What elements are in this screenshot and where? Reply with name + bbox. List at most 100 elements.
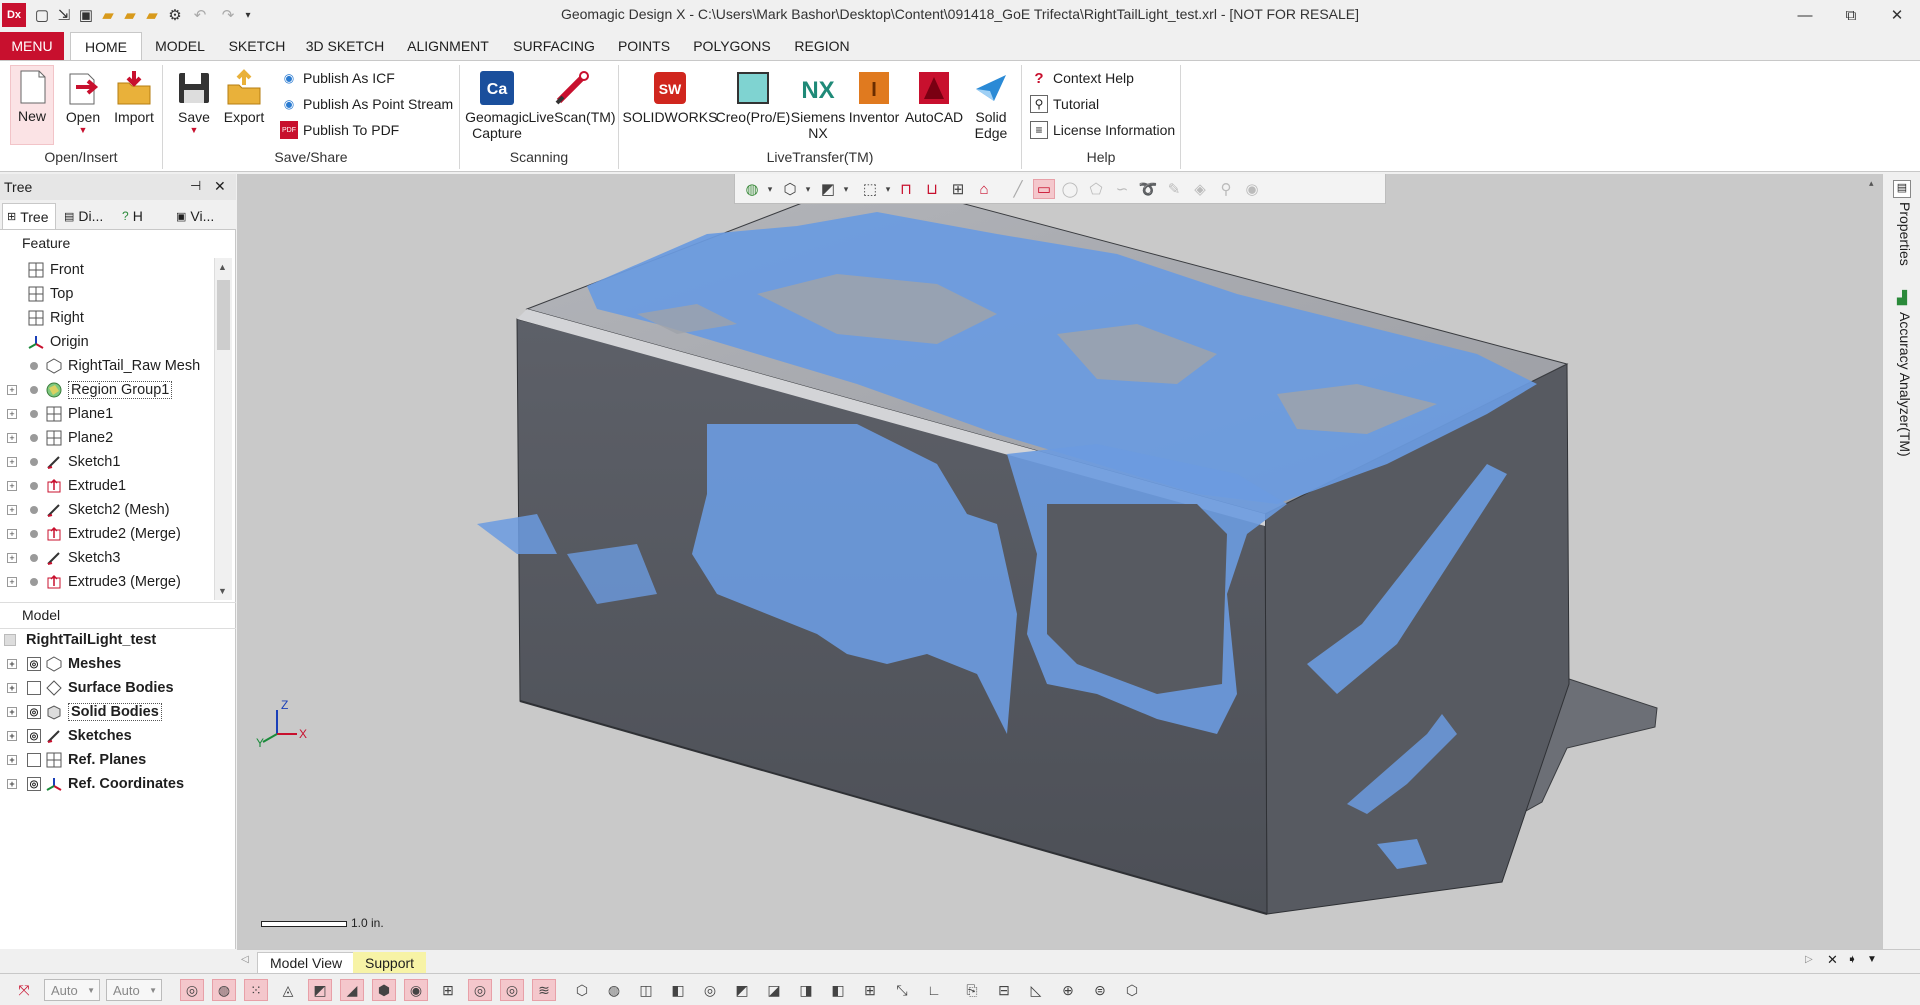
expand-icon[interactable]: + — [7, 707, 17, 717]
model-tree-item[interactable]: + ◎ Solid Bodies — [0, 700, 162, 724]
expand-icon[interactable]: + — [7, 433, 17, 443]
snap-mesh-icon[interactable]: ◍ — [602, 979, 626, 1001]
eye-icon[interactable]: ◎ — [27, 729, 41, 743]
select-edge-icon[interactable]: ◢ — [340, 979, 364, 1001]
polygon-select-icon[interactable]: ⬠ — [1085, 179, 1107, 199]
visibility-dot-icon[interactable] — [30, 530, 38, 538]
dim-icon[interactable]: ⊟ — [992, 979, 1016, 1001]
tabs-scroll-right-icon[interactable]: ▷ — [1805, 954, 1813, 965]
eye-icon[interactable]: ◎ — [27, 777, 41, 791]
tab-model-view[interactable]: Model View — [257, 952, 356, 973]
select-points-icon[interactable]: ⁙ — [244, 979, 268, 1001]
visibility-dot-icon[interactable] — [30, 482, 38, 490]
tab-help[interactable]: ? H — [120, 203, 160, 229]
hide-icon[interactable]: ⬡ — [1120, 979, 1144, 1001]
expand-icon[interactable]: + — [7, 577, 17, 587]
visibility-dot-icon[interactable] — [30, 554, 38, 562]
snap-end-icon[interactable]: ◨ — [794, 979, 818, 1001]
feature-tree-item[interactable]: + Region Group1 — [0, 378, 173, 402]
accuracy-analyzer-tab[interactable]: Accuracy Analyzer(TM) — [1891, 312, 1913, 457]
minimize-button[interactable]: — — [1782, 0, 1828, 30]
snap-edge-icon[interactable]: ◧ — [666, 979, 690, 1001]
visibility-dot-icon[interactable] — [30, 458, 38, 466]
model-root[interactable]: RightTailLight_test — [4, 628, 156, 652]
scroll-thumb[interactable] — [217, 280, 230, 350]
tab-home[interactable]: HOME — [70, 32, 142, 61]
livescan-button[interactable]: LiveScan(TM) — [528, 67, 616, 145]
feature-tree-scrollbar[interactable]: ▲ ▼ — [214, 258, 232, 600]
feature-tree-item[interactable]: + Sketch3 — [0, 546, 120, 570]
tab-region[interactable]: REGION — [790, 32, 854, 60]
expand-icon[interactable]: + — [7, 779, 17, 789]
front-view-icon[interactable]: ⊓ — [895, 179, 917, 199]
3d-viewport[interactable]: ◍ ▾ ⬡ ▾ ◩ ▾ ⬚ ▾ ⊓ ⊔ ⊞ ⌂ ╱ ▭ ◯ ⬠ ∽ ➰ ✎ ◈ … — [237, 174, 1882, 949]
license-information-button[interactable]: ≡ License Information — [1030, 119, 1175, 141]
model-tree-item[interactable]: + ◎ Ref. Coordinates — [0, 772, 184, 796]
next-tab-icon[interactable]: ➧ — [1847, 952, 1857, 966]
feature-tree-item[interactable]: + Sketch2 (Mesh) — [0, 498, 170, 522]
hidden-checkbox-icon[interactable] — [27, 681, 41, 695]
inventor-button[interactable]: I Inventor — [844, 67, 904, 145]
expand-icon[interactable]: + — [7, 683, 17, 693]
select-region-icon[interactable]: ◉ — [404, 979, 428, 1001]
model-tree-item[interactable]: + ◎ Sketches — [0, 724, 132, 748]
tab-display[interactable]: ▤ Di... — [62, 203, 112, 229]
select-plane-icon[interactable]: ⊞ — [436, 979, 460, 1001]
autocad-button[interactable]: AutoCAD — [902, 67, 966, 145]
select-vertex-icon[interactable]: ◬ — [276, 979, 300, 1001]
feature-tree-item[interactable]: Front — [0, 258, 84, 282]
feature-tree-item[interactable]: + Sketch1 — [0, 450, 120, 474]
import-button[interactable]: Import — [110, 67, 158, 145]
model-tree-item[interactable]: + Surface Bodies — [0, 676, 174, 700]
restore-button[interactable]: ⧉ — [1828, 0, 1874, 30]
tab-surfacing[interactable]: SURFACING — [508, 32, 600, 60]
select-eye-icon[interactable]: ◎ — [468, 979, 492, 1001]
measure-icon[interactable]: ⊕ — [1056, 979, 1080, 1001]
model-tree-item[interactable]: + ◎ Meshes — [0, 652, 121, 676]
tab-list-dropdown-icon[interactable]: ▼ — [1867, 954, 1877, 965]
close-panel-icon[interactable]: ✕ — [214, 178, 226, 195]
visibility-dot-icon[interactable] — [30, 386, 38, 394]
visibility-dot-icon[interactable] — [30, 506, 38, 514]
visibility-dot-icon[interactable] — [30, 434, 38, 442]
expand-icon[interactable]: + — [7, 755, 17, 765]
split-view-icon[interactable]: ⊞ — [947, 179, 969, 199]
snap-line-icon[interactable]: ⤡ — [890, 979, 914, 1001]
feature-tree-item[interactable]: + Extrude3 (Merge) — [0, 570, 181, 594]
select-body-icon[interactable]: ⬢ — [372, 979, 396, 1001]
properties-tab[interactable]: Properties — [1891, 202, 1913, 266]
tab-model[interactable]: MODEL — [148, 32, 212, 60]
context-help-button[interactable]: ? Context Help — [1030, 67, 1134, 89]
circle-select-icon[interactable]: ◯ — [1059, 179, 1081, 199]
solid-edge-button[interactable]: Solid Edge — [966, 67, 1016, 145]
open-dropdown-icon[interactable]: ▼ — [79, 125, 88, 135]
creo-button[interactable]: Creo(Pro/E) — [716, 67, 790, 145]
expand-icon[interactable]: + — [7, 731, 17, 741]
publish-icf-button[interactable]: ◉ Publish As ICF — [280, 67, 395, 89]
tab-sketch[interactable]: SKETCH — [225, 32, 289, 60]
freeform-select-icon[interactable]: ∽ — [1111, 179, 1133, 199]
snap-icon[interactable]: ⬡ — [570, 979, 594, 1001]
visibility-dot-icon[interactable] — [30, 410, 38, 418]
expand-icon[interactable]: + — [7, 505, 17, 515]
publish-pdf-button[interactable]: PDF Publish To PDF — [280, 119, 399, 141]
tabs-scroll-left-icon[interactable]: ◁ — [241, 954, 249, 965]
feature-tree-item[interactable]: Top — [0, 282, 73, 306]
line-select-icon[interactable]: ╱ — [1007, 179, 1029, 199]
filter-mode-combo[interactable]: Auto ▼ — [106, 979, 162, 1001]
new-button[interactable]: New — [10, 65, 54, 145]
scroll-down-icon[interactable]: ▼ — [218, 586, 227, 596]
filter-selection-icon[interactable]: ⤧ — [12, 979, 36, 1001]
eye-icon[interactable]: ◎ — [27, 657, 41, 671]
snap-center-icon[interactable]: ◪ — [762, 979, 786, 1001]
tab-support[interactable]: Support — [353, 952, 427, 973]
solidworks-button[interactable]: SW SOLIDWORKS — [623, 67, 717, 145]
visibility-dot-icon[interactable] — [30, 578, 38, 586]
siemens-nx-button[interactable]: NX Siemens NX — [790, 67, 846, 145]
tab-view[interactable]: ▣ Vi... — [174, 203, 230, 229]
top-view-icon[interactable]: ⊔ — [921, 179, 943, 199]
select-face-icon[interactable]: ◩ — [308, 979, 332, 1001]
feature-tree-item[interactable]: RightTail_Raw Mesh — [0, 354, 200, 378]
feature-tree-item[interactable]: Right — [0, 306, 84, 330]
feature-tree-item[interactable]: + Plane1 — [0, 402, 113, 426]
